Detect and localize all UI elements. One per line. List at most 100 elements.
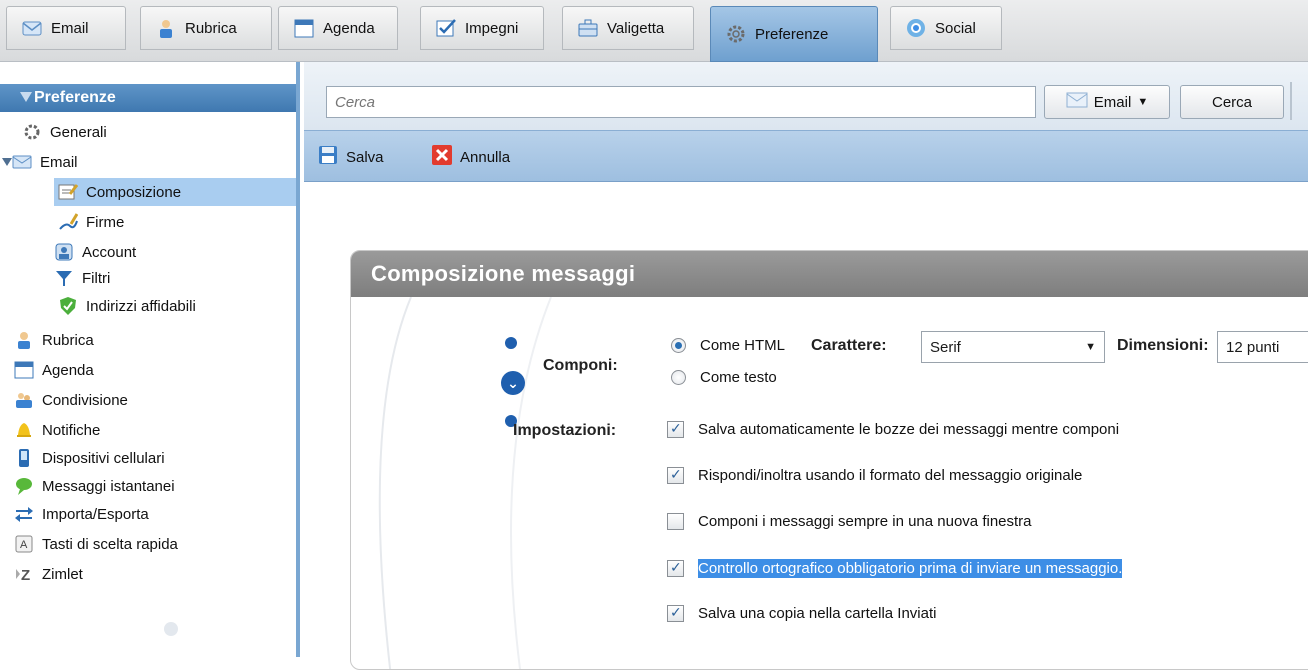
sidebar-item-label: Tasti di scelta rapida: [42, 535, 178, 553]
tab-label: Impegni: [465, 19, 519, 37]
sidebar-item-label: Notifiche: [42, 421, 101, 439]
setting-save-copy-sent[interactable]: Salva una copia nella cartella Inviati: [667, 604, 936, 622]
font-select[interactable]: Serif ▼: [921, 331, 1105, 363]
search-button-label: Cerca: [1211, 93, 1252, 111]
tasks-icon: [435, 17, 457, 39]
sidebar-item-dispositivi-cellulari[interactable]: Dispositivi cellulari: [14, 444, 165, 472]
tab-preferenze[interactable]: Preferenze: [710, 6, 878, 62]
compose-html-radio[interactable]: [671, 338, 686, 353]
setting-autosave-drafts[interactable]: Salva automaticamente le bozze dei messa…: [667, 420, 1119, 438]
svg-text:A: A: [20, 539, 28, 551]
sidebar-item-label: Messaggi istantanei: [42, 477, 175, 495]
font-label: Carattere:: [811, 337, 887, 354]
tab-email[interactable]: Email: [6, 6, 126, 50]
chat-bubble-icon: [14, 476, 34, 496]
sidebar-item-label: Generali: [50, 123, 107, 141]
search-type-dropdown[interactable]: Email ▼: [1044, 85, 1170, 119]
gear-icon: [22, 122, 42, 142]
preferences-content: Composizione messaggi ⌄ Componi: Come HT…: [304, 182, 1308, 670]
tab-social[interactable]: Social: [890, 6, 1002, 50]
gear-icon: [725, 23, 747, 45]
setting-new-window[interactable]: Componi i messaggi sempre in una nuova f…: [667, 513, 1032, 530]
sidebar-item-email[interactable]: Email: [12, 148, 78, 176]
social-icon: [905, 17, 927, 39]
compose-html-option[interactable]: Come HTML: [671, 337, 785, 354]
calendar-icon: [293, 17, 315, 39]
sidebar-item-label: Firme: [86, 213, 125, 231]
svg-text:Z: Z: [21, 567, 30, 584]
sidebar-item-account[interactable]: Account: [54, 238, 136, 266]
zimlet-icon: Z: [14, 564, 34, 584]
compose-text-radio[interactable]: [671, 370, 686, 385]
expand-email-icon[interactable]: [2, 158, 12, 166]
setting-label: Controllo ortografico obbligatorio prima…: [698, 559, 1123, 578]
sidebar-item-firme[interactable]: Firme: [58, 208, 124, 236]
tab-label: Social: [935, 19, 976, 37]
tab-agenda[interactable]: Agenda: [278, 6, 398, 50]
reply-original-format-checkbox[interactable]: [667, 466, 684, 484]
bell-icon: [14, 420, 34, 440]
sidebar-item-label: Composizione: [86, 183, 182, 201]
setting-label: Rispondi/inoltra usando il formato del m…: [698, 467, 1083, 484]
divider: [1290, 82, 1292, 120]
sidebar-item-label: Filtri: [82, 269, 111, 287]
sidebar-item-rubrica[interactable]: Rubrica: [14, 326, 94, 354]
sidebar-item-label: Condivisione: [42, 391, 128, 409]
spellcheck-checkbox[interactable]: [667, 559, 684, 577]
sidebar-item-composizione[interactable]: Composizione: [54, 178, 296, 206]
setting-reply-original-format[interactable]: Rispondi/inoltra usando il formato del m…: [667, 466, 1083, 484]
sidebar-item-filtri[interactable]: Filtri: [54, 264, 110, 292]
autosave-drafts-checkbox[interactable]: [667, 420, 684, 438]
sidebar-header-label: Preferenze: [34, 89, 116, 106]
tab-label: Valigetta: [607, 19, 665, 37]
compose-html-label: Come HTML: [700, 337, 786, 354]
calendar-icon: [14, 360, 34, 380]
briefcase-icon: [577, 17, 599, 39]
email-icon: [1066, 92, 1088, 112]
contacts-icon: [155, 17, 177, 39]
chevron-down-icon: ▼: [1085, 341, 1096, 353]
sidebar-item-label: Zimlet: [42, 565, 83, 583]
email-icon: [12, 152, 32, 172]
sidebar-item-tasti-di-scelta-rapida[interactable]: A Tasti di scelta rapida: [14, 530, 178, 558]
save-button[interactable]: Salva: [318, 145, 384, 169]
compose-icon: [58, 182, 79, 202]
save-copy-sent-checkbox[interactable]: [667, 604, 684, 622]
sidebar-header[interactable]: Preferenze: [0, 84, 296, 112]
sidebar-item-zimlet[interactable]: Z Zimlet: [14, 560, 83, 588]
tab-label: Email: [51, 19, 89, 37]
size-select[interactable]: 12 punti: [1217, 331, 1308, 363]
tab-label: Agenda: [323, 19, 375, 37]
search-bar: Email ▼ Cerca: [304, 62, 1308, 130]
signature-icon: [58, 212, 79, 232]
sidebar-item-generali[interactable]: Generali: [22, 118, 107, 146]
search-input[interactable]: [326, 86, 1036, 118]
compose-text-label: Come testo: [700, 369, 777, 386]
action-toolbar: Salva Annulla: [304, 130, 1308, 182]
collapse-icon[interactable]: [20, 92, 32, 102]
cancel-button[interactable]: Annulla: [432, 145, 510, 169]
sidebar-item-condivisione[interactable]: Condivisione: [14, 386, 128, 414]
tab-rubrica[interactable]: Rubrica: [140, 6, 272, 50]
setting-spellcheck[interactable]: Controllo ortografico obbligatorio prima…: [667, 559, 1123, 578]
setting-label: Componi i messaggi sempre in una nuova f…: [698, 513, 1032, 530]
decorative-dot: [505, 337, 517, 349]
tab-label: Rubrica: [185, 19, 237, 37]
tab-valigetta[interactable]: Valigetta: [562, 6, 694, 50]
size-select-value: 12 punti: [1226, 338, 1280, 356]
search-button[interactable]: Cerca: [1180, 85, 1284, 119]
new-window-checkbox[interactable]: [667, 513, 684, 530]
phone-icon: [14, 448, 34, 468]
keyboard-key-icon: A: [14, 534, 34, 554]
sidebar-item-agenda[interactable]: Agenda: [14, 356, 94, 384]
sidebar-item-notifiche[interactable]: Notifiche: [14, 416, 100, 444]
save-label: Salva: [346, 148, 384, 166]
sidebar-item-label: Rubrica: [42, 331, 94, 349]
contacts-icon: [14, 330, 34, 350]
sidebar-item-indirizzi-affidabili[interactable]: Indirizzi affidabili: [58, 292, 196, 320]
compose-text-option[interactable]: Come testo: [671, 369, 777, 386]
tab-impegni[interactable]: Impegni: [420, 6, 544, 50]
close-icon: [432, 145, 452, 169]
sidebar-item-messaggi-istantanei[interactable]: Messaggi istantanei: [14, 472, 175, 500]
sidebar-item-importa-esporta[interactable]: Importa/Esporta: [14, 500, 149, 528]
